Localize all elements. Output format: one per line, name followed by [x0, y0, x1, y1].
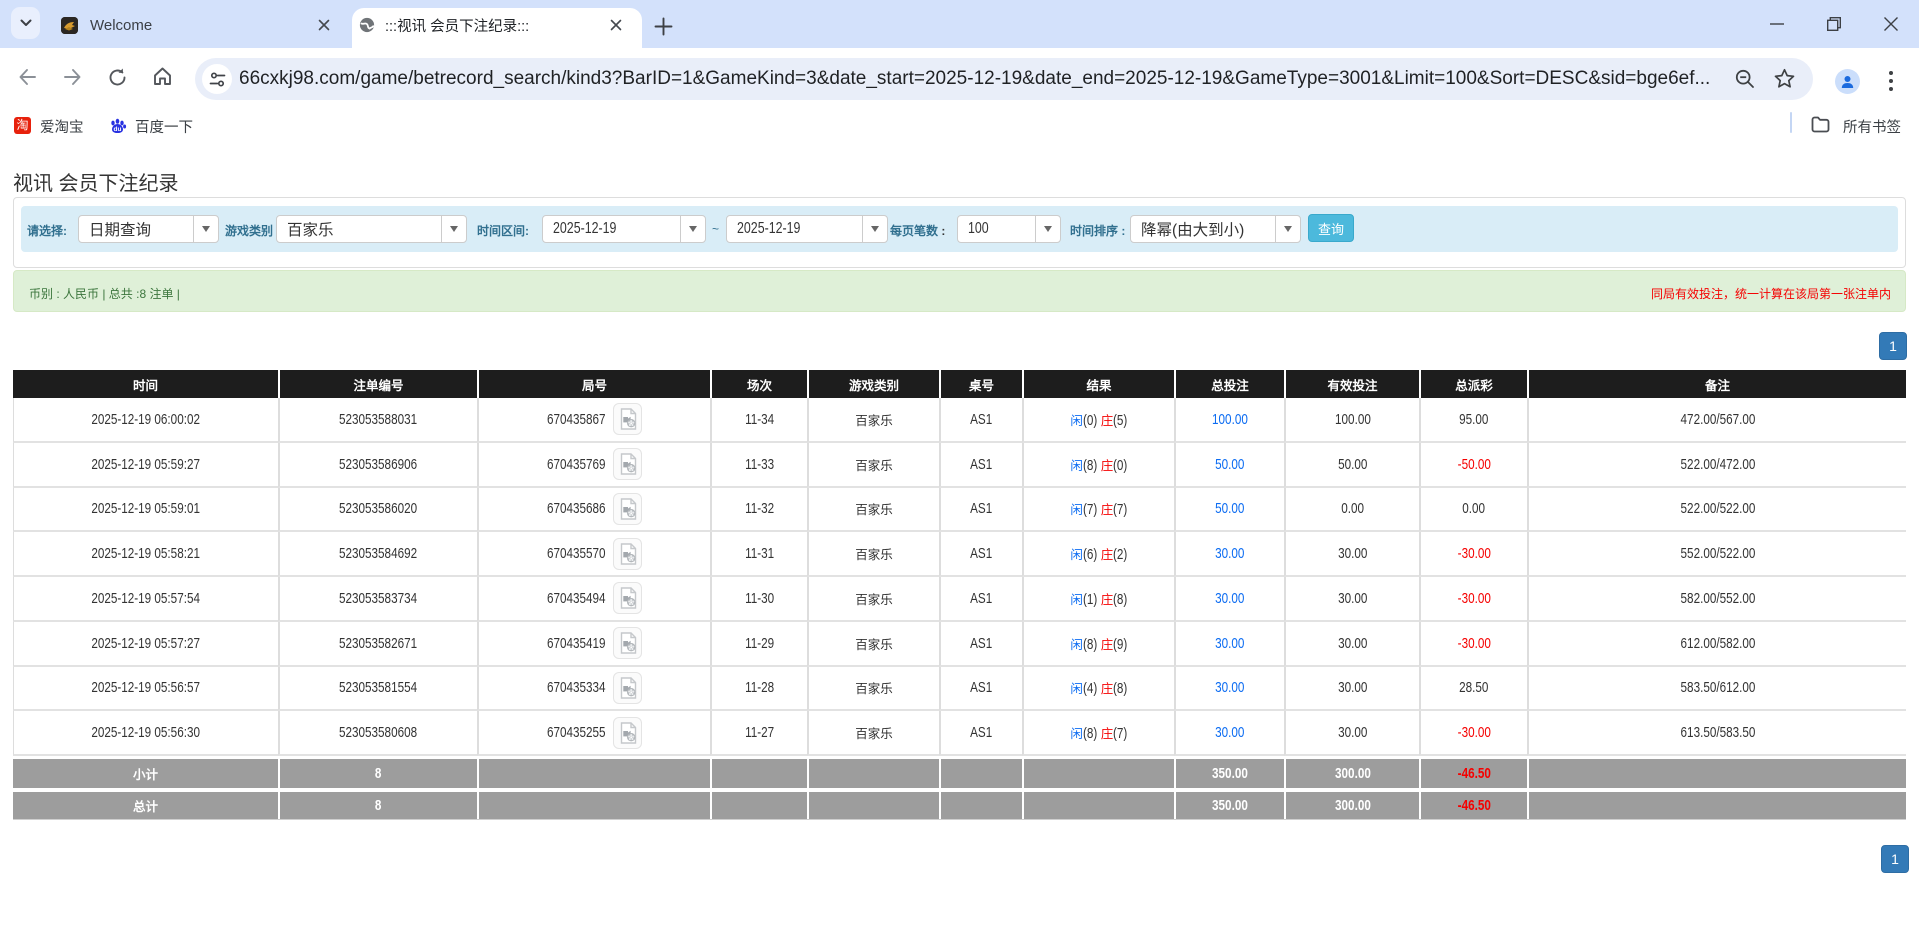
svg-text:du: du: [114, 126, 122, 133]
